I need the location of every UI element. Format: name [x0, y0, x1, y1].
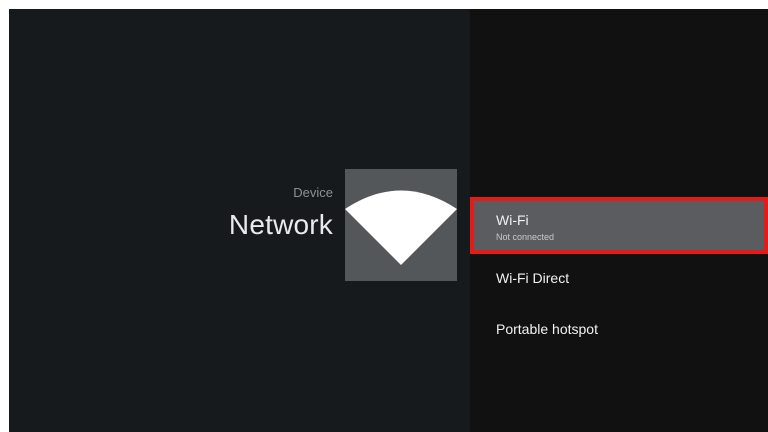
menu-item-wifi-title: Wi-Fi — [496, 212, 529, 228]
left-pane: Device Network — [9, 9, 470, 432]
tv-settings-screen: Device Network Wi-Fi Not connected Wi-Fi… — [9, 9, 768, 432]
menu-item-portable-hotspot[interactable]: Portable hotspot — [470, 321, 768, 351]
wifi-icon — [345, 169, 457, 281]
menu-item-wifi-direct-title: Wi-Fi Direct — [496, 270, 570, 286]
menu-item-portable-hotspot-title: Portable hotspot — [496, 321, 598, 337]
settings-menu: Wi-Fi Not connected Wi-Fi Direct Portabl… — [470, 9, 768, 432]
breadcrumb: Device — [293, 185, 333, 200]
menu-item-wifi-status: Not connected — [496, 232, 555, 242]
menu-item-wifi-direct[interactable]: Wi-Fi Direct — [470, 270, 768, 300]
page-title: Network — [228, 209, 333, 240]
menu-item-wifi[interactable]: Wi-Fi Not connected — [470, 197, 768, 254]
